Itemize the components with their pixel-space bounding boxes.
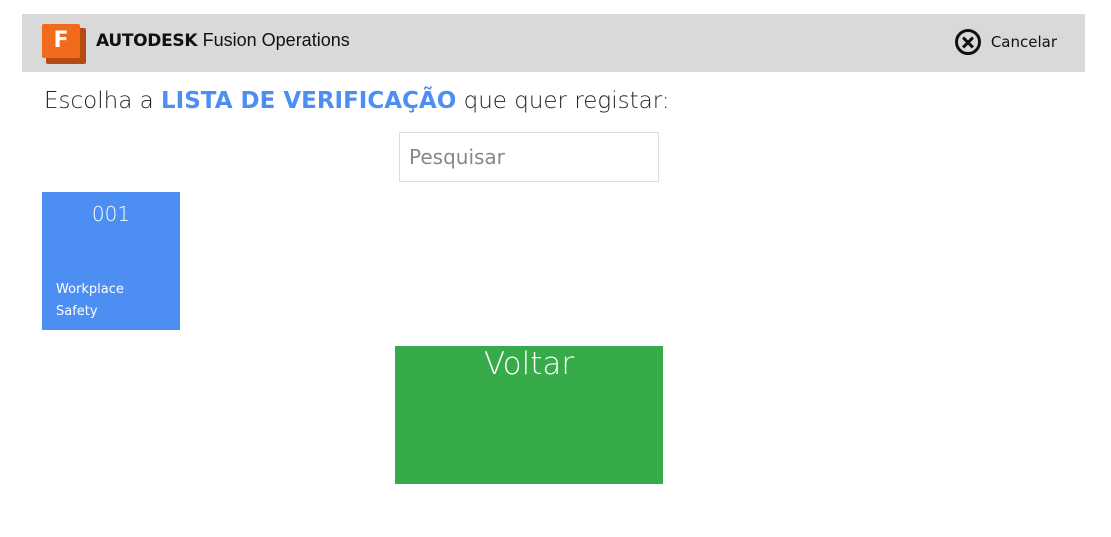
page-prompt: Escolha a LISTA DE VERIFICAÇÃO que quer … [44,88,670,114]
checklist-name: Workplace Safety [56,282,124,319]
app-title: AUTODESK Fusion Operations [96,30,350,51]
checklist-tile[interactable]: 001 Workplace Safety [42,192,180,330]
app-header: F AUTODESK Fusion Operations Cancelar [22,14,1085,72]
prompt-text-after: que quer registar: [456,88,670,114]
cancel-label[interactable]: Cancelar [991,33,1057,51]
checklist-code: 001 [91,202,131,226]
prompt-text-before: Escolha a [44,88,162,114]
cancel-button[interactable]: Cancelar [954,29,1057,55]
brand-name: AUTODESK [96,31,198,51]
prompt-highlight: LISTA DE VERIFICAÇÃO [161,88,457,114]
close-circle-icon[interactable] [954,29,981,55]
search-input[interactable] [399,132,659,182]
back-button[interactable]: Voltar [395,346,663,484]
back-button-label: Voltar [483,346,575,382]
fusion-logo-icon: F [42,24,86,64]
product-name: Fusion Operations [202,30,350,50]
